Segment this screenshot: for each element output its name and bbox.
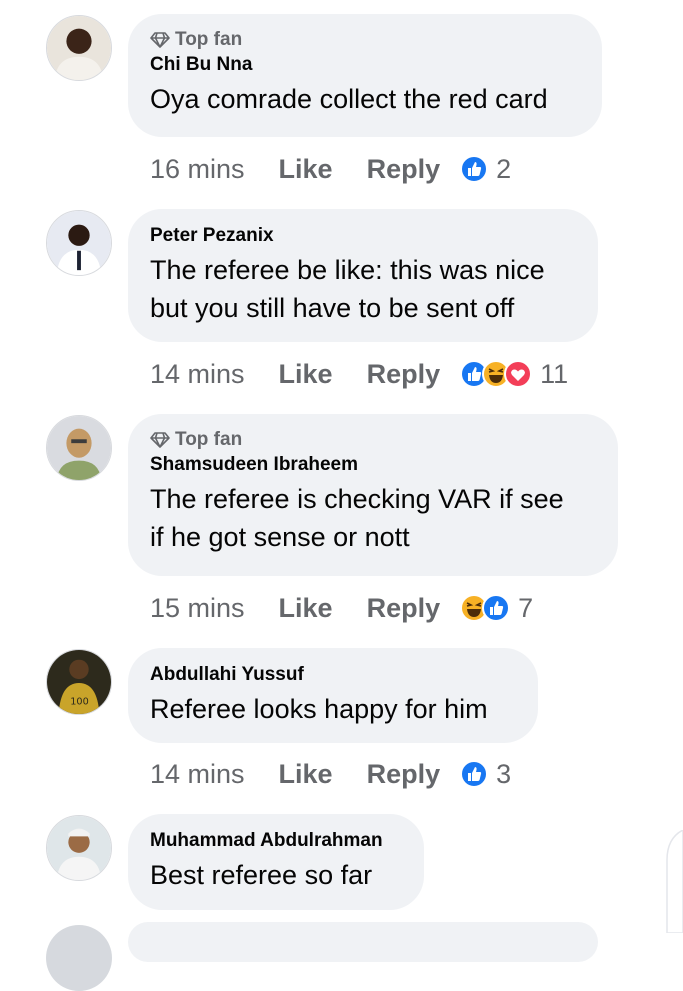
comment-author[interactable]: Muhammad Abdulrahman (150, 828, 402, 854)
reaction-count[interactable]: 2 (496, 154, 511, 185)
reaction-count[interactable]: 11 (540, 359, 568, 390)
avatar[interactable] (46, 815, 112, 881)
like-reaction-icon (460, 760, 489, 788)
reactions-summary[interactable] (460, 155, 489, 183)
avatar[interactable] (46, 415, 112, 481)
like-button[interactable]: Like (279, 154, 333, 185)
avatar[interactable]: 100 (46, 649, 112, 715)
like-reaction-icon (460, 155, 489, 183)
comment-time[interactable]: 14 mins (150, 759, 245, 790)
like-button[interactable]: Like (279, 593, 333, 624)
avatar[interactable] (46, 15, 112, 81)
like-button[interactable]: Like (279, 759, 333, 790)
badge-label: Top fan (175, 29, 243, 50)
comment-author[interactable]: Shamsudeen Ibraheem (150, 452, 596, 478)
comment-actions: 16 mins Like Reply 2 (150, 149, 511, 189)
comment-bubble: Top fan Chi Bu Nna Oya comrade collect t… (128, 14, 602, 137)
comment-time[interactable]: 16 mins (150, 154, 245, 185)
diamond-icon (150, 32, 170, 48)
reply-button[interactable]: Reply (367, 359, 441, 390)
comment-bubble: Muhammad Abdulrahman Best referee so far (128, 814, 424, 910)
love-reaction-icon (504, 360, 533, 388)
edge-panel-hint (666, 830, 683, 933)
comment-text-line: Referee looks happy for him (150, 694, 488, 724)
badge-label: Top fan (175, 429, 243, 450)
avatar[interactable] (46, 210, 112, 276)
top-fan-badge[interactable]: Top fan (150, 28, 580, 52)
reactions-summary[interactable] (460, 360, 533, 388)
comment-actions: 15 mins Like Reply 7 (150, 588, 533, 628)
like-button[interactable]: Like (279, 359, 333, 390)
reaction-count[interactable]: 3 (496, 759, 511, 790)
comment-author[interactable]: Peter Pezanix (150, 223, 576, 249)
comment-time[interactable]: 15 mins (150, 593, 245, 624)
next-avatar-partial (46, 925, 112, 991)
comment-actions: 14 mins Like Reply 11 (150, 354, 568, 394)
comment-bubble: Top fan Shamsudeen Ibraheem The referee … (128, 414, 618, 576)
comment-actions: 14 mins Like Reply 3 (150, 754, 511, 794)
reactions-summary[interactable] (460, 594, 511, 622)
reaction-count[interactable]: 7 (518, 593, 533, 624)
comment-text-line: Best referee so far (150, 860, 373, 890)
comment-author[interactable]: Chi Bu Nna (150, 52, 580, 78)
comment-text-line: The referee is checking VAR if see (150, 484, 564, 514)
diamond-icon (150, 432, 170, 448)
reactions-summary[interactable] (460, 760, 489, 788)
reply-button[interactable]: Reply (367, 759, 441, 790)
comment-text-line: if he got sense or nott (150, 522, 410, 552)
comment-bubble: Abdullahi Yussuf Referee looks happy for… (128, 648, 538, 743)
comment-text-line: but you still have to be sent off (150, 293, 515, 323)
reply-button[interactable]: Reply (367, 593, 441, 624)
next-bubble-partial (128, 922, 598, 962)
reply-button[interactable]: Reply (367, 154, 441, 185)
top-fan-badge[interactable]: Top fan (150, 428, 596, 452)
comment-text-line: The referee be like: this was nice (150, 255, 545, 285)
svg-text:100: 100 (70, 696, 89, 707)
comment-author[interactable]: Abdullahi Yussuf (150, 662, 516, 688)
comment-time[interactable]: 14 mins (150, 359, 245, 390)
comment-text-line: Oya comrade collect the red card (150, 84, 548, 114)
like-reaction-icon (482, 594, 511, 622)
comment-bubble: Peter Pezanix The referee be like: this … (128, 209, 598, 342)
